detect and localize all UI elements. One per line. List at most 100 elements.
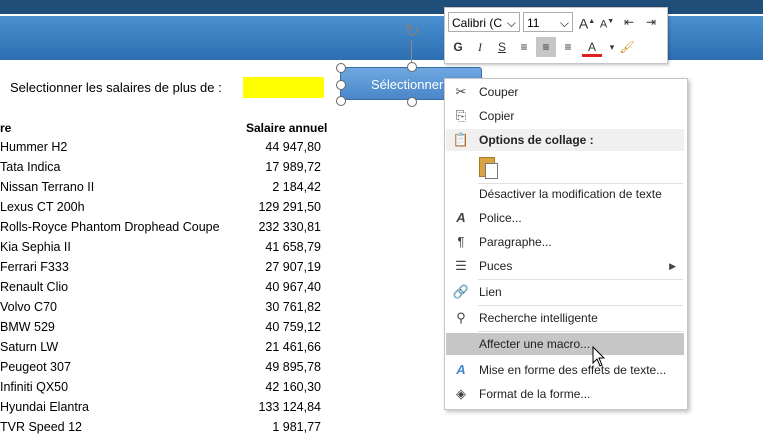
font-name-dropdown[interactable]: Calibri (C ⌵ <box>448 12 520 32</box>
row-salary: 27 907,19 <box>265 260 321 274</box>
row-salary: 40 759,12 <box>265 320 321 334</box>
shrink-font-button[interactable]: A▼ <box>597 12 617 32</box>
resize-handle-bl[interactable] <box>336 96 346 106</box>
threshold-label: Selectionner les salaires de plus de : <box>10 80 222 95</box>
align-right-icon[interactable]: ≡ <box>558 37 578 57</box>
smart-lookup-icon: ⚲ <box>456 310 466 325</box>
row-salary: 30 761,82 <box>265 300 321 314</box>
decrease-indent-icon[interactable]: ⇤ <box>619 12 639 32</box>
bold-button[interactable]: G <box>448 37 468 57</box>
font-color-button[interactable]: A <box>582 37 602 57</box>
format-shape-icon: ◈ <box>456 386 466 401</box>
resize-handle-top[interactable] <box>407 62 417 72</box>
copy-icon: ⎘ <box>455 108 467 123</box>
paste-icon: 📋 <box>452 132 470 147</box>
menu-item-paragraph[interactable]: ¶ Paragraphe... <box>446 231 684 253</box>
row-salary: 21 461,66 <box>265 340 321 354</box>
text-shadow-button[interactable]: S <box>492 37 512 57</box>
resize-handle-tl[interactable] <box>336 63 346 73</box>
chevron-down-icon: ⌵ <box>559 16 569 30</box>
row-name: Ferrari F333 <box>0 260 69 274</box>
menu-item-text-effects[interactable]: A Mise en forme des effets de texte... <box>446 359 684 381</box>
table-row: Tata Indica 17 989,72 <box>0 160 330 180</box>
row-salary: 129 291,50 <box>258 200 321 214</box>
menu-item-label: Mise en forme des effets de texte... <box>479 363 667 377</box>
menu-item-link[interactable]: 🔗 Lien <box>446 281 684 303</box>
bullets-icon: ☰ <box>455 258 467 273</box>
row-name: TVR Speed 12 <box>0 420 82 434</box>
column-header-name: re <box>0 121 12 135</box>
menu-item-format-shape[interactable]: ◈ Format de la forme... <box>446 383 684 405</box>
table-row: Hummer H2 44 947,80 <box>0 140 330 160</box>
menu-header-paste-options: 📋 Options de collage : <box>446 129 684 151</box>
menu-item-label: Couper <box>479 85 519 99</box>
row-name: Saturn LW <box>0 340 59 354</box>
italic-button[interactable]: I <box>470 37 490 57</box>
menu-item-disable-text-edit[interactable]: Désactiver la modification de texte <box>446 183 684 205</box>
menu-item-assign-macro[interactable]: Affecter une macro... <box>446 333 684 355</box>
menu-separator <box>478 331 683 332</box>
menu-item-smart-lookup[interactable]: ⚲ Recherche intelligente <box>446 307 684 329</box>
submenu-arrow-icon: ▶ <box>669 261 676 271</box>
row-salary: 232 330,81 <box>258 220 321 234</box>
font-color-icon: A <box>587 40 596 54</box>
menu-item-copy[interactable]: ⎘ Copier <box>446 105 684 127</box>
table-row: TVR Speed 12 1 981,77 <box>0 420 330 440</box>
menu-item-label: Lien <box>479 285 502 299</box>
menu-item-label: Recherche intelligente <box>479 311 598 325</box>
row-name: Infiniti QX50 <box>0 380 69 394</box>
paragraph-icon: ¶ <box>457 234 465 249</box>
row-salary: 41 658,79 <box>265 240 321 254</box>
row-name: Tata Indica <box>0 160 61 174</box>
rotate-handle-icon[interactable]: ↻ <box>403 22 421 40</box>
font-size-dropdown[interactable]: 11 ⌵ <box>523 12 573 32</box>
menu-item-label: Options de collage : <box>479 133 594 147</box>
menu-item-cut[interactable]: ✂ Couper <box>446 81 684 103</box>
row-name: Lexus CT 200h <box>0 200 85 214</box>
align-center-icon[interactable]: ≡ <box>536 37 556 57</box>
menu-item-font[interactable]: A Police... <box>446 207 684 229</box>
row-salary: 2 184,42 <box>272 180 321 194</box>
row-name: Hummer H2 <box>0 140 68 154</box>
menu-separator <box>478 279 683 280</box>
threshold-input[interactable] <box>243 77 324 98</box>
row-name: Peugeot 307 <box>0 360 71 374</box>
menu-item-label: Format de la forme... <box>479 387 591 401</box>
row-name: Nissan Terrano II <box>0 180 95 194</box>
context-menu: ✂ Couper ⎘ Copier 📋 Options de collage :… <box>444 78 688 410</box>
menu-item-label: Puces <box>479 259 513 273</box>
paste-keep-source-button[interactable] <box>477 155 499 179</box>
mouse-cursor-icon <box>592 346 606 367</box>
chevron-down-icon: ⌵ <box>506 16 516 30</box>
format-painter-icon[interactable]: 🖌 <box>617 37 637 57</box>
menu-item-label: Police... <box>479 211 522 225</box>
menu-item-label: Affecter une macro... <box>479 337 591 351</box>
menu-item-label: Paragraphe... <box>479 235 552 249</box>
row-name: Kia Sephia II <box>0 240 71 254</box>
mini-toolbar: Calibri (C ⌵ 11 ⌵ A▲ A▼ ⇤ ⇥ G I S ≡ ≡ ≡ … <box>444 7 668 64</box>
table-row: Nissan Terrano II 2 184,42 <box>0 180 330 200</box>
row-salary: 44 947,80 <box>265 140 321 154</box>
increase-indent-icon[interactable]: ⇥ <box>641 12 661 32</box>
text-effects-icon: A <box>456 362 466 377</box>
link-icon: 🔗 <box>452 284 470 299</box>
table-row: Infiniti QX50 42 160,30 <box>0 380 330 400</box>
table-row: Renault Clio 40 967,40 <box>0 280 330 300</box>
resize-handle-bottom[interactable] <box>407 97 417 107</box>
align-left-icon[interactable]: ≡ <box>514 37 534 57</box>
menu-item-label: Désactiver la modification de texte <box>479 187 662 201</box>
row-salary: 49 895,78 <box>265 360 321 374</box>
table-row: Rolls-Royce Phantom Drophead Coupe 232 33… <box>0 220 330 240</box>
menu-item-label: Copier <box>479 109 515 123</box>
grow-font-button[interactable]: A▲ <box>577 12 597 32</box>
scissors-icon: ✂ <box>455 84 467 99</box>
table-row: Kia Sephia II 41 658,79 <box>0 240 330 260</box>
resize-handle-left[interactable] <box>336 80 346 90</box>
column-header-salary: Salaire annuel <box>246 121 328 135</box>
table-row: Saturn LW 21 461,66 <box>0 340 330 360</box>
row-salary: 133 124,84 <box>258 400 321 414</box>
font-size-value: 11 <box>527 16 540 30</box>
menu-item-bullets[interactable]: ☰ Puces ▶ <box>446 255 684 277</box>
menu-separator <box>478 305 683 306</box>
table-row: Peugeot 307 49 895,78 <box>0 360 330 380</box>
